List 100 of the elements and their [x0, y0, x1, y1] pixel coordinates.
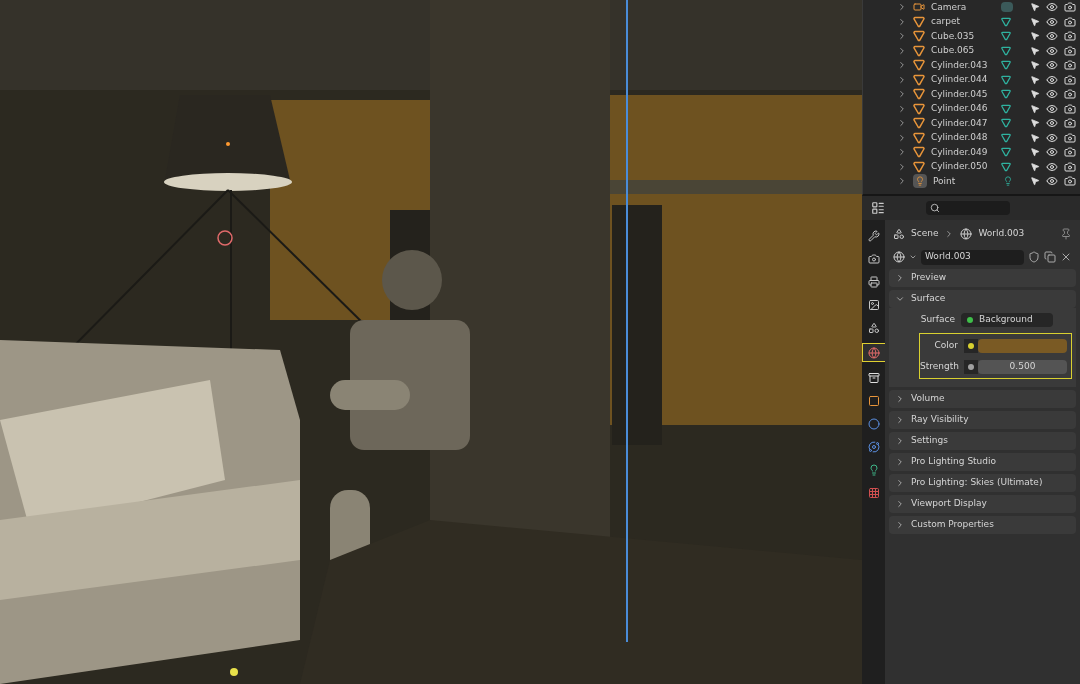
camera-icon — [867, 252, 880, 265]
outliner-item[interactable]: Cylinder.045 — [931, 87, 995, 101]
chevron-icon — [895, 478, 905, 488]
globe-icon — [960, 228, 973, 240]
shield-icon[interactable] — [1028, 251, 1040, 263]
camera-icon[interactable] — [1064, 131, 1076, 144]
globe-icon — [867, 346, 880, 359]
outliner-item[interactable]: Cylinder.046 — [931, 102, 995, 116]
pointer-icon[interactable] — [1030, 74, 1040, 85]
outliner-item[interactable]: Cylinder.044 — [931, 73, 995, 87]
outliner-item[interactable]: Camera — [931, 0, 995, 14]
eye-icon[interactable] — [1046, 146, 1058, 159]
panel-header[interactable]: Pro Lighting: Skies (Ultimate) — [889, 474, 1076, 492]
close-icon[interactable] — [1060, 251, 1072, 263]
panel-header[interactable]: Ray Visibility — [889, 411, 1076, 429]
eye-icon[interactable] — [1046, 30, 1058, 43]
camera-icon[interactable] — [1064, 117, 1076, 130]
mesh-data-icon — [1001, 147, 1011, 158]
breadcrumb-item[interactable]: Scene — [911, 227, 939, 241]
pin-icon[interactable] — [1060, 228, 1072, 240]
eye-icon[interactable] — [1046, 160, 1058, 173]
panel-header[interactable]: Custom Properties — [889, 516, 1076, 534]
eye-icon[interactable] — [1046, 15, 1058, 28]
outliner-item[interactable]: Point — [933, 174, 997, 188]
mesh-data-icon — [1001, 118, 1011, 129]
mesh-data-icon — [1001, 103, 1011, 114]
eye-icon[interactable] — [1046, 175, 1058, 188]
eye-icon[interactable] — [1046, 102, 1058, 115]
pointer-icon[interactable] — [1030, 147, 1040, 158]
properties-tab[interactable] — [861, 343, 886, 362]
camera-icon[interactable] — [1064, 146, 1076, 159]
panel-header[interactable]: Viewport Display — [889, 495, 1076, 513]
pointer-icon[interactable] — [1030, 45, 1040, 56]
outliner-item[interactable]: Cylinder.049 — [931, 145, 995, 159]
shader-dropdown[interactable]: Background — [961, 312, 1053, 327]
pointer-icon[interactable] — [1030, 60, 1040, 71]
pointer-icon[interactable] — [1030, 16, 1040, 27]
eye-icon[interactable] — [1046, 88, 1058, 101]
pointer-icon[interactable] — [1030, 89, 1040, 100]
triangle-icon — [913, 15, 925, 28]
shapes-icon — [867, 321, 880, 334]
circle-icon — [867, 417, 880, 430]
search-field[interactable] — [926, 201, 1010, 215]
orbit-icon — [867, 440, 880, 453]
triangle-icon — [913, 160, 925, 173]
outliner-item[interactable]: Cylinder.048 — [931, 131, 995, 145]
panel-header[interactable]: Pro Lighting Studio — [889, 453, 1076, 471]
wrench-icon — [867, 229, 880, 242]
pointer-icon[interactable] — [1030, 161, 1040, 172]
panel-header[interactable]: Preview — [889, 269, 1076, 287]
pointer-icon[interactable] — [1030, 103, 1040, 114]
eye-icon[interactable] — [1046, 117, 1058, 130]
panel-header[interactable]: Surface — [889, 290, 1076, 308]
panel-header[interactable]: Volume — [889, 390, 1076, 408]
strength-field[interactable]: 0.500 — [978, 359, 1067, 374]
outliner-item[interactable]: carpet — [931, 15, 995, 29]
chevron-icon — [895, 415, 905, 425]
mesh-data-icon — [1001, 45, 1011, 56]
pointer-icon[interactable] — [1030, 176, 1040, 187]
panel-header[interactable]: Settings — [889, 432, 1076, 450]
world-browse-icon[interactable] — [893, 251, 905, 263]
chevron-icon — [895, 457, 905, 467]
eye-icon[interactable] — [1046, 73, 1058, 86]
caret-icon[interactable] — [909, 253, 917, 261]
copy-icon[interactable] — [1044, 251, 1056, 263]
chevron-icon — [895, 436, 905, 446]
pointer-icon[interactable] — [1030, 118, 1040, 129]
eye-icon[interactable] — [1046, 1, 1058, 14]
camera-icon — [913, 1, 925, 14]
pointer-icon[interactable] — [1030, 2, 1040, 13]
pointer-icon[interactable] — [1030, 132, 1040, 143]
camera-icon[interactable] — [1064, 73, 1076, 86]
triangle-icon — [913, 102, 925, 115]
scene-icon — [893, 228, 905, 240]
camera-icon[interactable] — [1064, 59, 1076, 72]
color-swatch[interactable] — [978, 338, 1067, 353]
camera-icon[interactable] — [1064, 15, 1076, 28]
outliner-item[interactable]: Cylinder.047 — [931, 116, 995, 130]
eye-icon[interactable] — [1046, 44, 1058, 57]
camera-icon[interactable] — [1064, 30, 1076, 43]
pointer-icon[interactable] — [1030, 31, 1040, 42]
mesh-data-icon — [1001, 161, 1011, 172]
camera-icon[interactable] — [1064, 160, 1076, 173]
triangle-icon — [913, 117, 925, 130]
world-name-field[interactable]: World.003 — [921, 249, 1024, 265]
camera-icon[interactable] — [1064, 1, 1076, 14]
triangle-icon — [913, 146, 925, 159]
camera-icon[interactable] — [1064, 44, 1076, 57]
camera-icon[interactable] — [1064, 175, 1076, 188]
outliner-item[interactable]: Cube.035 — [931, 29, 995, 43]
outliner-item[interactable]: Cylinder.050 — [931, 160, 995, 174]
breadcrumb-item[interactable]: World.003 — [978, 227, 1025, 241]
eye-icon[interactable] — [1046, 59, 1058, 72]
chevron-icon — [895, 520, 905, 530]
eye-icon[interactable] — [1046, 131, 1058, 144]
outliner-item[interactable]: Cube.065 — [931, 44, 995, 58]
outliner-item[interactable]: Cylinder.043 — [931, 58, 995, 72]
camera-icon[interactable] — [1064, 88, 1076, 101]
editor-type-icon[interactable] — [870, 201, 886, 215]
camera-icon[interactable] — [1064, 102, 1076, 115]
